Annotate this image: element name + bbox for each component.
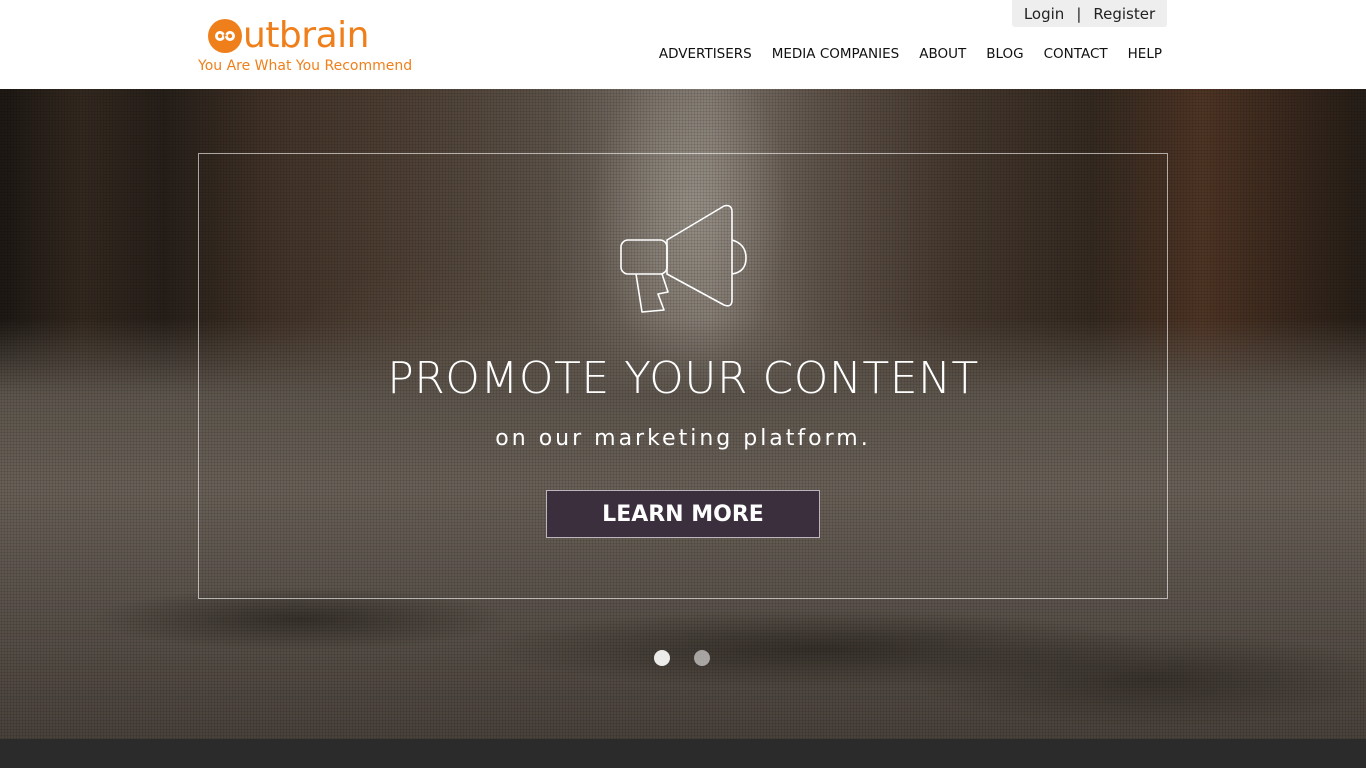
- slider-pagination: [654, 650, 710, 666]
- outbrain-logo[interactable]: utbrain You Are What You Recommend: [198, 14, 428, 78]
- slider-dot-1[interactable]: [654, 650, 670, 666]
- main-nav: ADVERTISERS MEDIA COMPANIES ABOUT BLOG C…: [639, 44, 1162, 64]
- nav-item-help[interactable]: HELP: [1128, 44, 1162, 64]
- site-header: utbrain You Are What You Recommend Login…: [0, 0, 1366, 89]
- slider-dot-2[interactable]: [694, 650, 710, 666]
- nav-item-blog[interactable]: BLOG: [986, 44, 1023, 64]
- login-link[interactable]: Login: [1024, 5, 1064, 23]
- nav-item-advertisers[interactable]: ADVERTISERS: [659, 44, 752, 64]
- nav-item-about[interactable]: ABOUT: [919, 44, 966, 64]
- learn-more-button[interactable]: LEARN MORE: [546, 490, 820, 538]
- hero-slider: PROMOTE YOUR CONTENT on our marketing pl…: [0, 89, 1366, 739]
- footer-strip: [0, 739, 1366, 768]
- logo-wordmark: utbrain: [208, 14, 369, 58]
- register-link[interactable]: Register: [1093, 5, 1155, 23]
- nav-item-contact[interactable]: CONTACT: [1044, 44, 1108, 64]
- auth-separator: |: [1076, 4, 1082, 23]
- logo-glasses-icon: [208, 19, 242, 53]
- nav-item-media-companies[interactable]: MEDIA COMPANIES: [772, 44, 899, 64]
- logo-text: utbrain: [243, 15, 369, 56]
- hero-subtitle: on our marketing platform.: [495, 426, 871, 451]
- hero-title: PROMOTE YOUR CONTENT: [387, 353, 979, 404]
- brand-tagline: You Are What You Recommend: [198, 58, 413, 74]
- megaphone-icon: [620, 204, 747, 313]
- auth-bar: Login | Register: [1012, 0, 1167, 27]
